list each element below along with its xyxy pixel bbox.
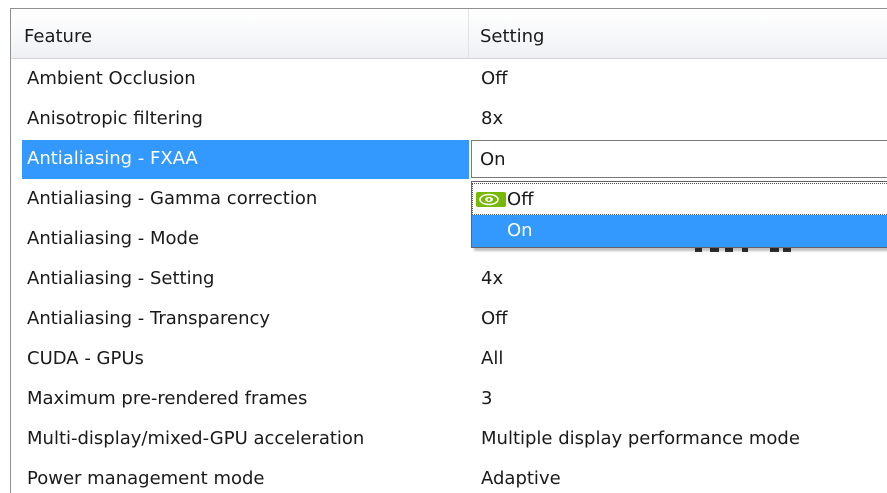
feature-name: Antialiasing - Gamma correction [27, 188, 318, 209]
feature-name: Anisotropic filtering [27, 108, 203, 129]
obscured-setting-text [695, 248, 791, 252]
table-row-selected[interactable]: Antialiasing - FXAA On [22, 139, 887, 179]
table-row[interactable]: Antialiasing - Setting 4x [22, 259, 887, 299]
dropdown-option-on[interactable]: On [472, 215, 887, 247]
setting-value: Adaptive [481, 468, 561, 489]
feature-name: Antialiasing - Setting [27, 268, 215, 289]
setting-value: Multiple display performance mode [481, 428, 800, 449]
table-row[interactable]: Power management mode Adaptive [22, 459, 887, 493]
column-divider[interactable] [468, 9, 469, 58]
table-row[interactable]: Anisotropic filtering 8x [22, 99, 887, 139]
setting-combobox[interactable]: On [471, 140, 887, 178]
feature-name: Antialiasing - Mode [27, 228, 200, 249]
combobox-value: On [480, 149, 506, 170]
table-row[interactable]: Maximum pre-rendered frames 3 [22, 379, 887, 419]
panel-border-left [10, 8, 11, 493]
feature-name: Antialiasing - FXAA [27, 148, 198, 169]
table-header: Feature Setting [11, 9, 887, 59]
feature-name: Ambient Occlusion [27, 68, 196, 89]
settings-panel: Feature Setting Ambient Occlusion Off An… [0, 0, 887, 493]
table-row[interactable]: CUDA - GPUs All [22, 339, 887, 379]
feature-name: Maximum pre-rendered frames [27, 388, 308, 409]
column-header-setting[interactable]: Setting [480, 9, 544, 58]
feature-name: Multi-display/mixed-GPU acceleration [27, 428, 365, 449]
table-row[interactable]: Multi-display/mixed-GPU acceleration Mul… [22, 419, 887, 459]
table-row[interactable]: Ambient Occlusion Off [22, 59, 887, 99]
nvidia-logo-icon [476, 192, 506, 207]
option-label: Off [507, 189, 534, 210]
table-row[interactable]: Antialiasing - Transparency Off [22, 299, 887, 339]
setting-dropdown-list[interactable]: Off On [471, 181, 887, 248]
feature-name: CUDA - GPUs [27, 348, 144, 369]
option-label: On [507, 220, 533, 241]
setting-value: 8x [481, 108, 504, 129]
setting-value: Off [481, 308, 508, 329]
feature-name: Power management mode [27, 468, 265, 489]
setting-value: Off [481, 68, 508, 89]
column-header-feature[interactable]: Feature [24, 9, 92, 58]
feature-name: Antialiasing - Transparency [27, 308, 271, 329]
dropdown-option-off[interactable]: Off [472, 183, 887, 215]
setting-value: 4x [481, 268, 504, 289]
setting-value: All [481, 348, 504, 369]
setting-value: 3 [481, 388, 493, 409]
